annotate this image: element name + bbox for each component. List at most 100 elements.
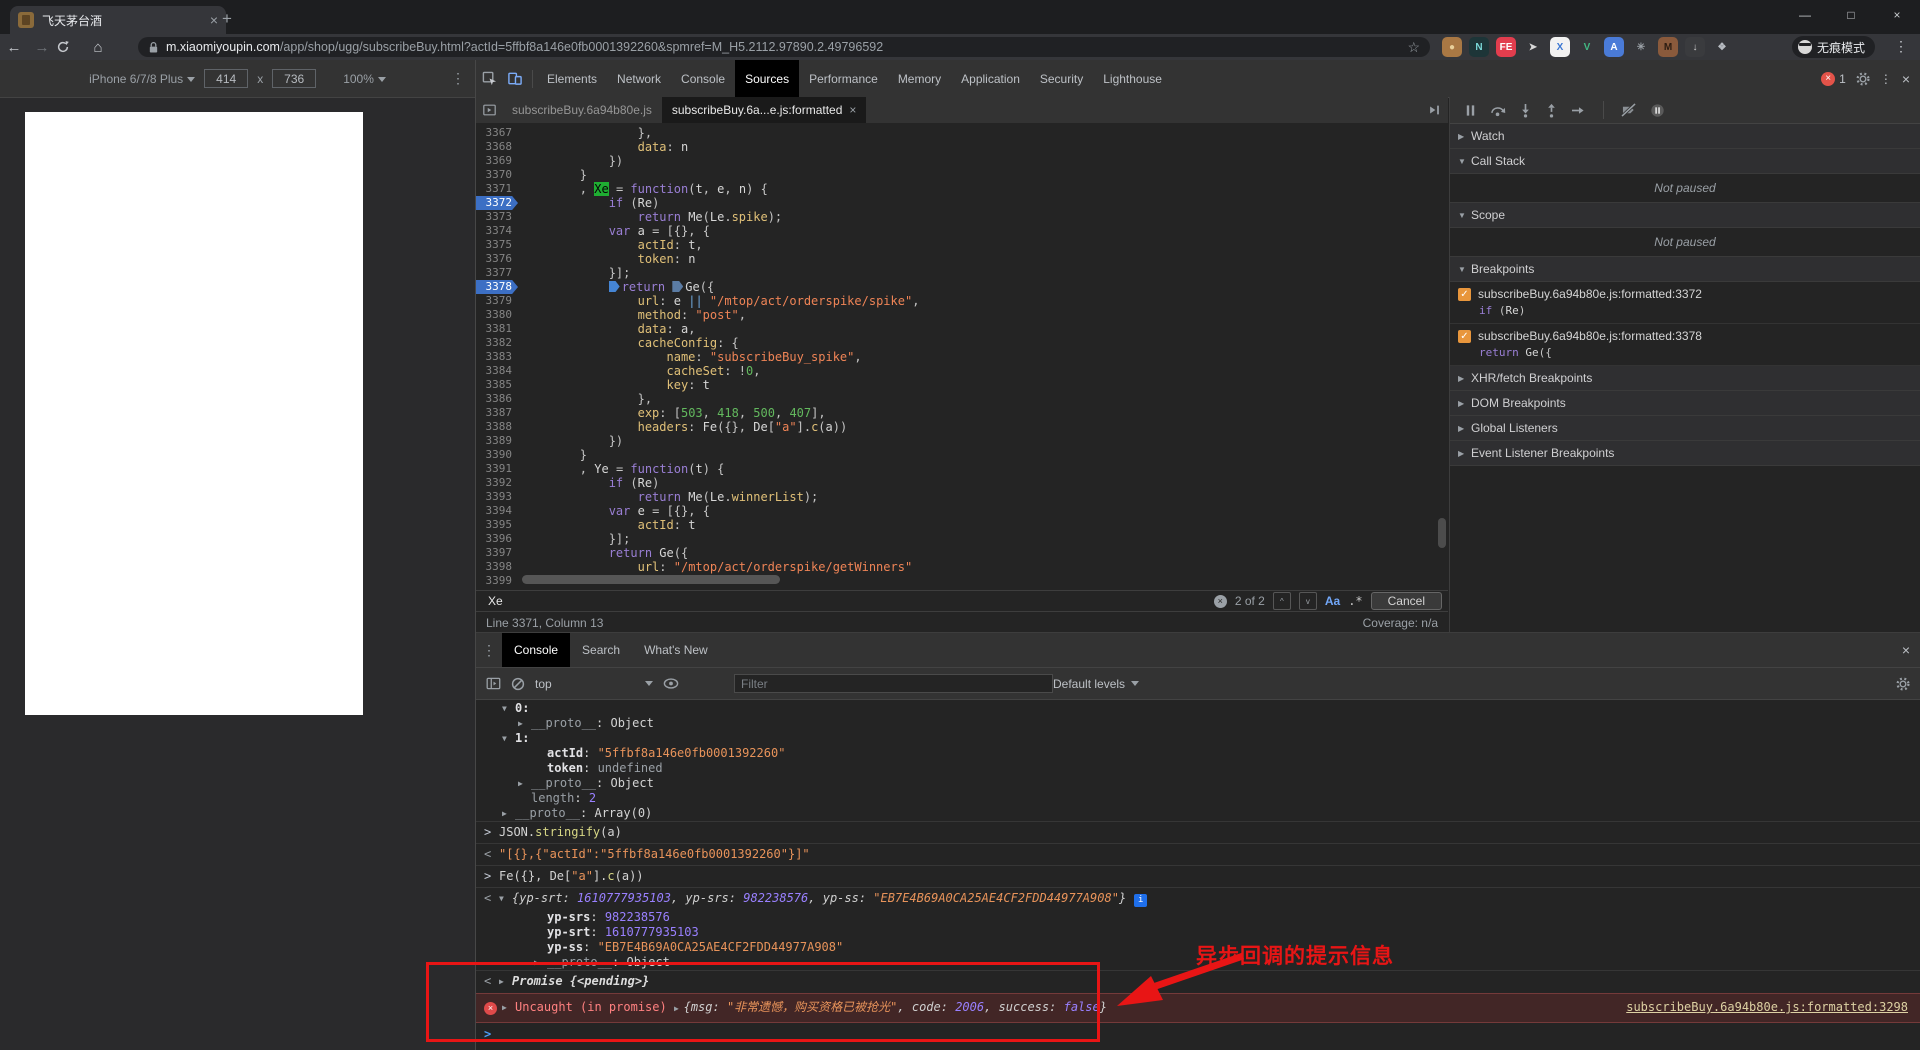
devtools-menu-icon[interactable]: ⋮ xyxy=(1880,72,1892,86)
window-close-icon[interactable]: × xyxy=(1874,0,1920,30)
console-filter-input[interactable] xyxy=(734,674,1053,693)
line-number[interactable]: 3370 xyxy=(476,168,518,182)
line-number[interactable]: 3393 xyxy=(476,490,518,504)
line-number-breakpoint[interactable]: 3372 xyxy=(476,196,518,210)
cookie-icon[interactable]: ● xyxy=(1442,37,1462,57)
live-expression-eye-icon[interactable] xyxy=(663,677,679,690)
line-number-breakpoint[interactable]: 3378 xyxy=(476,280,518,294)
notion-icon[interactable]: N xyxy=(1469,37,1489,57)
file-tab[interactable]: subscribeBuy.6a94b80e.js xyxy=(502,97,662,123)
devtools-close-icon[interactable]: × xyxy=(1902,71,1910,87)
line-number[interactable]: 3398 xyxy=(476,560,518,574)
sidebar-section-dom-breakpoints[interactable]: ▶ DOM Breakpoints xyxy=(1450,391,1920,416)
line-number[interactable]: 3369 xyxy=(476,154,518,168)
sidebar-section-watch[interactable]: ▶ Watch xyxy=(1450,124,1920,149)
expand-caret-icon[interactable]: ▶ xyxy=(502,806,515,821)
line-number[interactable]: 3371 xyxy=(476,182,518,196)
x-browser-icon[interactable]: X xyxy=(1550,37,1570,57)
download-icon[interactable]: ↓ xyxy=(1685,37,1705,57)
step-over-icon[interactable] xyxy=(1490,103,1506,117)
window-minimize-icon[interactable]: — xyxy=(1782,0,1828,30)
bookmark-star-icon[interactable]: ☆ xyxy=(1407,39,1420,56)
sidebar-section-scope[interactable]: ▼ Scope xyxy=(1450,203,1920,228)
browser-tab[interactable]: 飞天茅台酒 × xyxy=(10,6,226,34)
devtools-tab-network[interactable]: Network xyxy=(607,60,671,97)
zoom-select[interactable]: 100% xyxy=(343,72,386,86)
expand-caret-icon[interactable]: ▶ xyxy=(518,776,531,791)
line-number[interactable]: 3367 xyxy=(476,126,518,140)
match-case-toggle[interactable]: Aa xyxy=(1325,594,1340,608)
context-selector[interactable]: top xyxy=(535,677,653,691)
fehelper-icon[interactable]: FE xyxy=(1496,37,1516,57)
debugger-pane-toggle-icon[interactable] xyxy=(1427,103,1442,117)
line-number[interactable]: 3389 xyxy=(476,434,518,448)
forward-icon[interactable]: → xyxy=(28,39,56,56)
device-width-field[interactable]: 414 xyxy=(204,69,249,88)
console-row[interactable]: < ▼ {yp-srt: 1610777935103, yp-srs: 982238… xyxy=(476,887,1920,910)
line-number[interactable]: 3390 xyxy=(476,448,518,462)
pause-icon[interactable] xyxy=(1464,104,1477,117)
step-into-icon[interactable] xyxy=(1519,103,1532,118)
clear-search-icon[interactable]: × xyxy=(1213,594,1227,608)
settings-gear-icon[interactable] xyxy=(1856,71,1870,86)
page-viewport[interactable] xyxy=(25,112,363,715)
tab-close-icon[interactable]: × xyxy=(210,12,218,28)
breakpoint-entry[interactable]: ✓ subscribeBuy.6a94b80e.js:formatted:3372… xyxy=(1450,282,1920,324)
line-number[interactable]: 3396 xyxy=(476,532,518,546)
file-tab[interactable]: subscribeBuy.6a...e.js:formatted × xyxy=(661,97,867,123)
line-number[interactable]: 3386 xyxy=(476,392,518,406)
line-number[interactable]: 3374 xyxy=(476,224,518,238)
translate-icon[interactable]: A xyxy=(1604,37,1624,57)
line-number[interactable]: 3381 xyxy=(476,322,518,336)
sidebar-section-xhr-fetch-breakpoints[interactable]: ▶ XHR/fetch Breakpoints xyxy=(1450,366,1920,391)
sidebar-section-event-listener-breakpoints[interactable]: ▶ Event Listener Breakpoints xyxy=(1450,441,1920,466)
address-bar[interactable]: m.xiaomiyoupin.com /app/shop/ugg/subscri… xyxy=(138,37,1430,57)
device-toolbar-menu-icon[interactable]: ⋮ xyxy=(451,70,465,87)
puzzle-icon[interactable]: ❖ xyxy=(1712,37,1732,57)
devtools-tab-application[interactable]: Application xyxy=(951,60,1030,97)
code-editor[interactable]: 3367 3368 3369 3370 3371 3372 3373 3374 3375 3376… xyxy=(476,123,1448,589)
console-row[interactable]: ▶ __proto__: Object xyxy=(476,716,1920,731)
devtools-tab-sources[interactable]: Sources xyxy=(735,60,800,97)
line-number[interactable]: 3373 xyxy=(476,210,518,224)
line-number[interactable]: 3368 xyxy=(476,140,518,154)
line-number[interactable]: 3385 xyxy=(476,378,518,392)
line-number[interactable]: 3388 xyxy=(476,420,518,434)
line-number[interactable]: 3391 xyxy=(476,462,518,476)
line-number[interactable]: 3394 xyxy=(476,504,518,518)
horizontal-scrollbar[interactable] xyxy=(522,575,780,584)
devtools-tab-performance[interactable]: Performance xyxy=(799,60,888,97)
search-input[interactable] xyxy=(486,593,1110,609)
line-number[interactable]: 3383 xyxy=(476,350,518,364)
line-number[interactable]: 3399 xyxy=(476,574,518,588)
expand-caret-icon[interactable]: ▼ xyxy=(499,891,512,906)
step-out-icon[interactable] xyxy=(1545,103,1558,118)
console-row[interactable]: ▶ __proto__: Object xyxy=(476,776,1920,791)
expand-caret-icon[interactable]: ▼ xyxy=(502,731,515,746)
error-count-badge[interactable]: × 1 xyxy=(1821,71,1846,86)
clear-console-icon[interactable] xyxy=(511,677,525,691)
inline-breakpoint-icon[interactable] xyxy=(608,281,620,292)
expand-caret-icon[interactable]: ▼ xyxy=(502,701,515,716)
breakpoint-entry[interactable]: ✓ subscribeBuy.6a94b80e.js:formatted:3378… xyxy=(1450,324,1920,366)
device-toolbar-toggle-icon[interactable] xyxy=(502,71,528,86)
source-location-link[interactable]: subscribeBuy.6a94b80e.js:formatted:3298 xyxy=(1626,1000,1908,1015)
breakpoint-checkbox[interactable]: ✓ xyxy=(1458,287,1471,301)
navigator-toggle-icon[interactable] xyxy=(476,103,502,117)
console-row[interactable]: ▼ 1: xyxy=(476,731,1920,746)
gear-extension-icon[interactable]: ✳ xyxy=(1631,37,1651,57)
tampermonkey-icon[interactable]: M xyxy=(1658,37,1678,57)
search-next-button[interactable]: v xyxy=(1298,592,1317,610)
line-number-gutter[interactable]: 3367 3368 3369 3370 3371 3372 3373 3374 3375 3376… xyxy=(476,126,518,588)
new-tab-button[interactable]: + xyxy=(222,10,232,27)
line-number[interactable]: 3387 xyxy=(476,406,518,420)
line-number[interactable]: 3377 xyxy=(476,266,518,280)
vue-devtools-icon[interactable]: V xyxy=(1577,37,1597,57)
console-tab-console[interactable]: Console xyxy=(502,633,571,667)
devtools-tab-console[interactable]: Console xyxy=(671,60,735,97)
line-number[interactable]: 3380 xyxy=(476,308,518,322)
line-number[interactable]: 3376 xyxy=(476,252,518,266)
vertical-scrollbar[interactable] xyxy=(1438,518,1446,548)
console-sidebar-icon[interactable] xyxy=(486,677,501,690)
devtools-tab-memory[interactable]: Memory xyxy=(888,60,951,97)
